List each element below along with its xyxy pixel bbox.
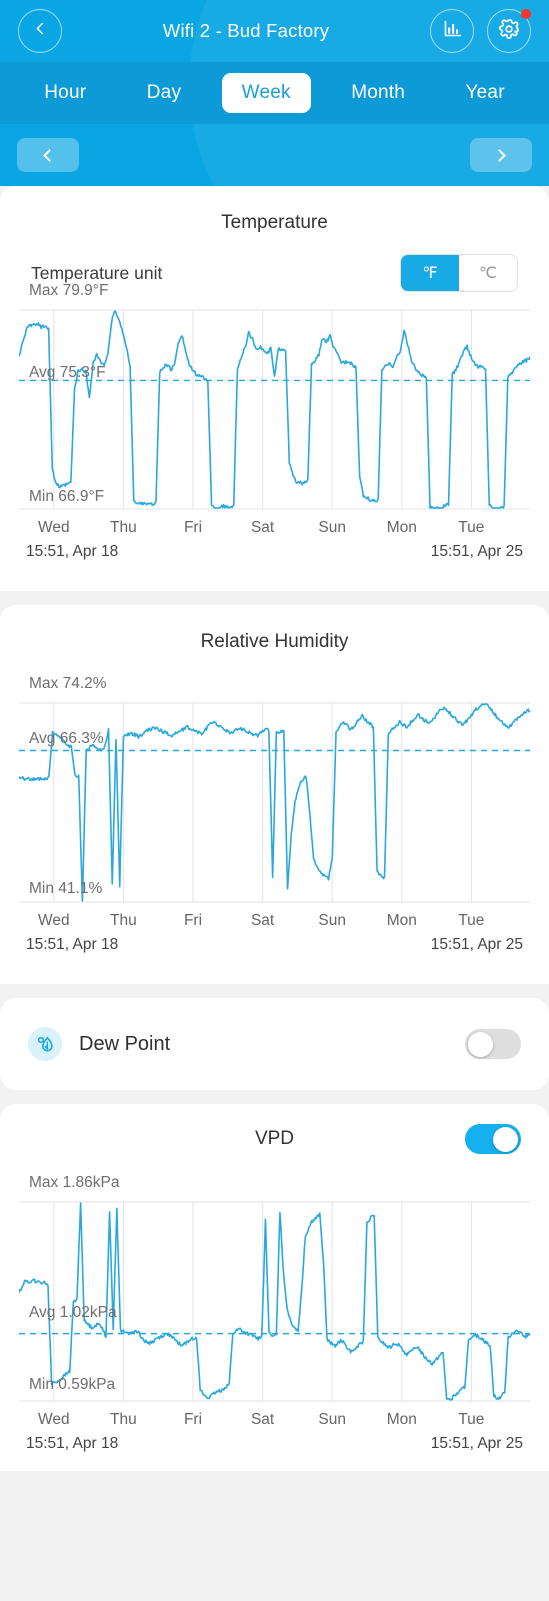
temperature-plot [19, 309, 530, 510]
axis-day-mon: Mon [386, 519, 417, 536]
axis-day-sat: Sat [250, 519, 275, 536]
temperature-axis-days: Wed Thu Fri Sat Sun Mon Tue [0, 519, 549, 537]
axis-day-sun: Sun [318, 912, 346, 929]
tab-day[interactable]: Day [127, 73, 201, 113]
humidity-axis-days: Wed Thu Fri Sat Sun Mon Tue [0, 912, 549, 930]
temperature-chart[interactable]: Max 79.9°F Avg 75.3°F Min 66.9°F [0, 282, 549, 517]
vpd-card: VPD Max 1.86kPa Avg 1.02kPa Min 0.59kPa … [0, 1104, 549, 1471]
temperature-avg-label: Avg 75.3°F [29, 364, 106, 381]
axis-day-tue: Tue [458, 1411, 485, 1428]
temperature-max-label: Max 79.9°F [29, 282, 109, 299]
chevron-left-icon [43, 148, 56, 162]
vpd-title: VPD [254, 1128, 295, 1149]
axis-day-sat: Sat [250, 1411, 275, 1428]
axis-day-sun: Sun [318, 1411, 346, 1428]
title-bar: Wifi 2 - Bud Factory [0, 0, 549, 62]
toggle-knob [493, 1126, 518, 1152]
temperature-unit-label: Temperature unit [31, 262, 163, 283]
unit-option-celsius[interactable]: ℃ [459, 255, 517, 291]
axis-day-wed: Wed [38, 1411, 70, 1428]
tab-month[interactable]: Month [331, 73, 425, 113]
previous-period-button[interactable] [17, 138, 79, 172]
axis-day-wed: Wed [38, 519, 70, 536]
dew-drop-icon [28, 1027, 62, 1061]
vpd-axis-days: Wed Thu Fri Sat Sun Mon Tue [0, 1411, 549, 1429]
humidity-avg-label: Avg 66.3% [29, 730, 104, 747]
toggle-knob [468, 1031, 493, 1057]
dew-point-toggle[interactable] [465, 1029, 521, 1059]
humidity-max-label: Max 74.2% [29, 675, 107, 692]
dew-point-card: Dew Point [0, 998, 549, 1090]
vpd-toggle[interactable] [465, 1124, 521, 1154]
axis-day-tue: Tue [458, 912, 485, 929]
axis-day-thu: Thu [110, 519, 137, 536]
axis-day-thu: Thu [110, 1411, 137, 1428]
back-button[interactable] [18, 9, 62, 53]
axis-day-fri: Fri [183, 519, 203, 536]
axis-day-sun: Sun [318, 519, 346, 536]
chevron-right-icon [493, 148, 506, 162]
time-range-tabs: Hour Day Week Month Year [0, 62, 549, 124]
vpd-end-time: 15:51, Apr 25 [430, 1435, 523, 1452]
header-actions [430, 9, 531, 53]
axis-day-mon: Mon [386, 912, 417, 929]
gear-icon [498, 18, 520, 45]
axis-day-mon: Mon [386, 1411, 417, 1428]
settings-button[interactable] [487, 9, 531, 53]
humidity-axis-dates: 15:51, Apr 18 15:51, Apr 25 [0, 930, 549, 954]
humidity-start-time: 15:51, Apr 18 [26, 936, 119, 953]
humidity-min-label: Min 41.1% [29, 880, 103, 897]
page-title: Wifi 2 - Bud Factory [162, 20, 330, 41]
temperature-end-time: 15:51, Apr 25 [430, 543, 523, 560]
vpd-min-label: Min 0.59kPa [29, 1376, 116, 1393]
humidity-card: Relative Humidity Max 74.2% Avg 66.3% Mi… [0, 605, 549, 984]
dew-point-row[interactable]: Dew Point [0, 998, 549, 1090]
axis-day-thu: Thu [110, 912, 137, 929]
vpd-header: VPD [0, 1104, 549, 1154]
humidity-chart[interactable]: Max 74.2% Avg 66.3% Min 41.1% [0, 675, 549, 910]
tab-year[interactable]: Year [446, 73, 525, 113]
tab-week[interactable]: Week [221, 73, 311, 113]
humidity-plot [19, 702, 530, 903]
notification-dot [521, 9, 531, 19]
axis-day-wed: Wed [38, 912, 70, 929]
axis-day-fri: Fri [183, 912, 203, 929]
period-navigation [0, 124, 549, 186]
axis-day-tue: Tue [458, 519, 485, 536]
temperature-unit-toggle[interactable]: ℉ ℃ [400, 254, 518, 292]
vpd-avg-label: Avg 1.02kPa [29, 1304, 117, 1321]
vpd-start-time: 15:51, Apr 18 [26, 1435, 119, 1452]
bar-chart-icon [442, 18, 463, 44]
temperature-axis-dates: 15:51, Apr 18 15:51, Apr 25 [0, 537, 549, 561]
temperature-start-time: 15:51, Apr 18 [26, 543, 119, 560]
app-screen: Wifi 2 - Bud Factory Hour Day Week Month… [0, 0, 549, 1601]
dew-point-label: Dew Point [79, 1032, 171, 1055]
temperature-title: Temperature [221, 212, 328, 233]
humidity-title: Relative Humidity [200, 631, 349, 652]
tab-hour[interactable]: Hour [24, 73, 106, 113]
app-header: Wifi 2 - Bud Factory Hour Day Week Month… [0, 0, 549, 186]
axis-day-fri: Fri [183, 1411, 203, 1428]
vpd-axis-dates: 15:51, Apr 18 15:51, Apr 25 [0, 1429, 549, 1453]
temperature-card: Temperature Temperature unit ℉ ℃ Max 79.… [0, 186, 549, 591]
unit-option-fahrenheit[interactable]: ℉ [401, 255, 459, 291]
temperature-min-label: Min 66.9°F [29, 488, 105, 505]
statistics-button[interactable] [430, 9, 474, 53]
vpd-chart[interactable]: Max 1.86kPa Avg 1.02kPa Min 0.59kPa [0, 1174, 549, 1409]
axis-day-sat: Sat [250, 912, 275, 929]
next-period-button[interactable] [470, 138, 532, 172]
vpd-max-label: Max 1.86kPa [29, 1174, 120, 1191]
humidity-end-time: 15:51, Apr 25 [430, 936, 523, 953]
chevron-left-icon [33, 21, 48, 41]
